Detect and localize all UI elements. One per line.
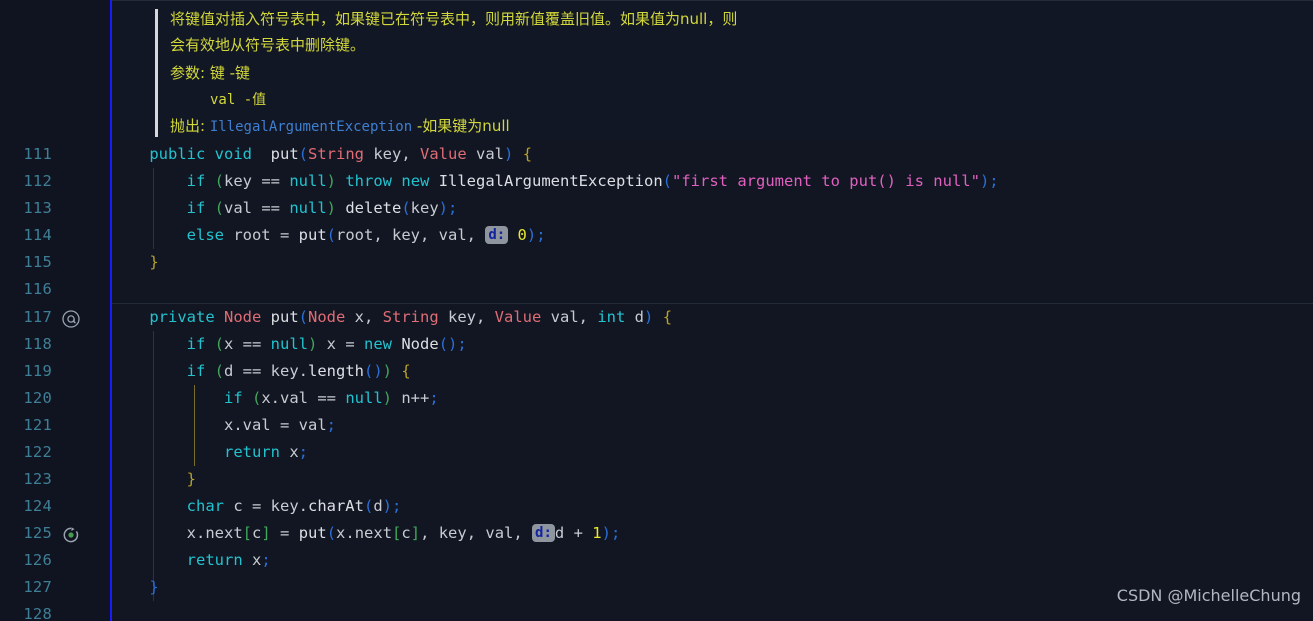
line-number-127: 127 [23, 578, 52, 596]
doc-param-val-row: val -值 [170, 86, 1270, 113]
code-line-120[interactable]: if (x.val == null) n++; [112, 385, 439, 412]
editor-gutter: 111 112 113 114 115 116 117 118 119 120 … [0, 0, 110, 621]
code-line-126[interactable]: return x; [112, 547, 271, 574]
code-editor-viewport: 111 112 113 114 115 116 117 118 119 120 … [0, 0, 1313, 621]
line-number-123: 123 [23, 470, 52, 488]
code-line-124[interactable]: char c = key.charAt(d); [112, 493, 402, 520]
doc-param-key: 键 -键 [209, 64, 251, 82]
override-method-icon[interactable] [60, 304, 82, 331]
code-line-127[interactable]: } [112, 574, 158, 601]
doc-params-row: 参数: 键 -键 [170, 60, 1270, 86]
line-number-111: 111 [23, 145, 52, 163]
line-number-124: 124 [23, 497, 52, 515]
doc-quote-bar [155, 9, 158, 137]
code-line-119[interactable]: if (d == key.length()) { [112, 358, 411, 385]
doc-summary-line-2: 会有效地从符号表中删除键。 [170, 36, 366, 54]
line-number-113: 113 [23, 199, 52, 217]
code-line-125[interactable]: x.next[c] = put(x.next[c], key, val, d: d… [112, 520, 620, 547]
line-number-128: 128 [23, 605, 52, 621]
line-number-112: 112 [23, 172, 52, 190]
watermark: CSDN @MichelleChung [1116, 586, 1301, 605]
code-line-115[interactable]: } [112, 249, 158, 276]
doc-param-val: val -值 [210, 92, 267, 108]
line-number-121: 121 [23, 416, 52, 434]
code-line-117[interactable]: private Node put(Node x, String key, Val… [112, 304, 672, 331]
line-number-125: 125 [23, 524, 52, 542]
line-number-120: 120 [23, 389, 52, 407]
code-line-118[interactable]: if (x == null) x = new Node(); [112, 331, 467, 358]
line-number-119: 119 [23, 362, 52, 380]
code-content[interactable]: public void put(String key, Value val) {… [112, 141, 1313, 621]
code-line-112[interactable]: if (key == null) throw new IllegalArgume… [112, 168, 999, 195]
line-number-114: 114 [23, 226, 52, 244]
code-line-113[interactable]: if (val == null) delete(key); [112, 195, 458, 222]
doc-throws-desc: -如果键为null [412, 117, 510, 135]
doc-summary-line-1: 将键值对插入符号表中，如果键已在符号表中，则用新值覆盖旧值。如果值为null，则 [170, 10, 738, 28]
doc-throws-row: 抛出: IllegalArgumentException -如果键为null [170, 113, 1270, 140]
line-number-126: 126 [23, 551, 52, 569]
doc-params-label: 参数: [170, 64, 210, 82]
doc-body: 将键值对插入符号表中，如果键已在符号表中，则用新值覆盖旧值。如果值为null，则… [170, 6, 1270, 140]
code-line-114[interactable]: else root = put(root, key, val, d: 0); [112, 222, 546, 249]
inlay-hint-d-114[interactable]: d: [485, 226, 509, 244]
documentation-popup: 将键值对插入符号表中，如果键已在符号表中，则用新值覆盖旧值。如果值为null，则… [112, 0, 1313, 141]
line-number-115: 115 [23, 253, 52, 271]
doc-throws-label: 抛出: [170, 117, 210, 135]
doc-top-divider [112, 0, 1313, 1]
line-number-122: 122 [23, 443, 52, 461]
code-line-122[interactable]: return x; [112, 439, 308, 466]
code-line-121[interactable]: x.val = val; [112, 412, 336, 439]
doc-throws-type-link[interactable]: IllegalArgumentException [210, 119, 412, 135]
line-number-117: 117 [23, 308, 52, 326]
line-number-118: 118 [23, 335, 52, 353]
line-number-116: 116 [23, 280, 52, 298]
code-line-111[interactable]: public void put(String key, Value val) { [112, 141, 532, 168]
recursive-call-icon[interactable] [60, 520, 82, 547]
code-line-123[interactable]: } [112, 466, 196, 493]
inlay-hint-d-125[interactable]: d: [532, 524, 555, 542]
